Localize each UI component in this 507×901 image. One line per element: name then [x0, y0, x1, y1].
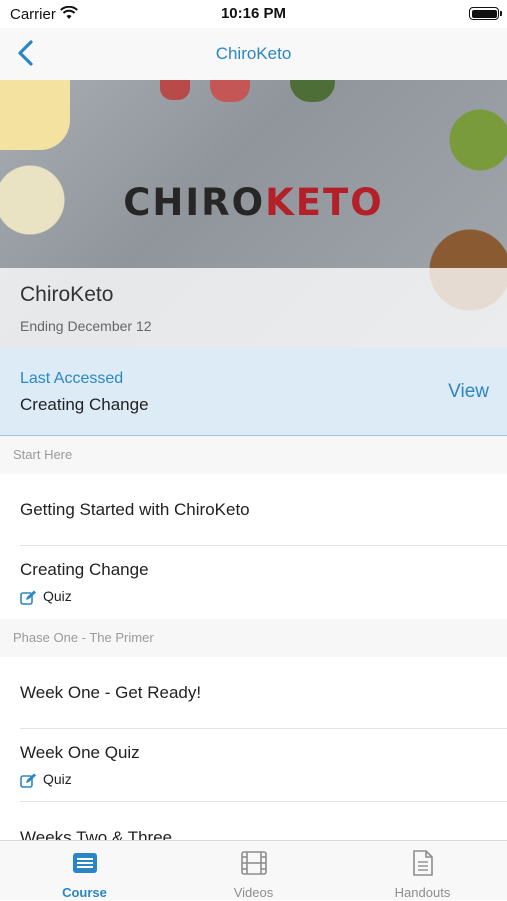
tab-label: Videos — [233, 885, 274, 900]
tab-course[interactable]: Course — [0, 841, 169, 901]
film-icon — [241, 851, 267, 875]
item-type-text: Quiz — [43, 771, 72, 787]
tab-bar: Course Videos Handouts — [0, 840, 507, 900]
banner-food-decoration — [290, 80, 335, 102]
list-item[interactable]: Getting Started with ChiroKeto — [0, 474, 507, 546]
list-item-title: Getting Started with ChiroKeto — [20, 500, 250, 519]
view-button[interactable]: View — [448, 381, 489, 403]
course-name: ChiroKeto — [20, 283, 114, 306]
last-accessed-label: Last Accessed — [20, 370, 124, 387]
section-header: Start Here — [0, 436, 507, 474]
list-item[interactable]: Creating Change Quiz — [0, 546, 507, 619]
banner-food-decoration — [160, 80, 190, 100]
section-header: Phase One - The Primer — [0, 619, 507, 657]
list-item[interactable]: Week One Quiz Quiz — [0, 729, 507, 802]
list-item-title: Week One - Get Ready! — [20, 683, 202, 702]
last-accessed-item: Creating Change — [20, 395, 149, 414]
banner-food-decoration — [0, 80, 70, 150]
course-banner: CHIROKETO ChiroKeto Ending December 12 — [0, 80, 507, 348]
list-icon — [73, 853, 97, 873]
list-item[interactable]: Week One - Get Ready! — [0, 657, 507, 729]
item-type-label: Quiz — [20, 588, 72, 605]
list-item-title: Creating Change — [20, 560, 149, 579]
tab-label: Course — [62, 885, 107, 900]
course-info-band — [0, 268, 507, 348]
section-header-label: Phase One - The Primer — [13, 630, 154, 645]
list-item-title: Week One Quiz — [20, 743, 140, 762]
tab-handouts[interactable]: Handouts — [338, 841, 507, 901]
edit-quiz-icon — [20, 773, 36, 788]
section-header-label: Start Here — [13, 447, 73, 462]
nav-title: ChiroKeto — [215, 44, 292, 63]
status-bar: Carrier 10:16 PM — [0, 0, 507, 28]
battery-icon — [469, 7, 502, 20]
last-accessed-banner[interactable]: Last Accessed Creating Change View — [0, 348, 507, 436]
item-type-label: Quiz — [20, 771, 72, 788]
list-item[interactable]: Weeks Two & Three — [0, 802, 507, 840]
chiroketo-logo: CHIROKETO — [123, 181, 384, 224]
tab-videos[interactable]: Videos — [169, 841, 338, 901]
course-content-list: Start Here Getting Started with ChiroKet… — [0, 436, 507, 840]
banner-food-decoration — [210, 80, 250, 102]
item-type-text: Quiz — [43, 588, 72, 604]
list-item-title: Weeks Two & Three — [20, 828, 173, 840]
edit-quiz-icon — [20, 590, 36, 605]
tab-label: Handouts — [394, 885, 451, 900]
navigation-bar: ChiroKeto — [0, 28, 507, 80]
document-icon — [413, 850, 433, 876]
course-end-date: Ending December 12 — [20, 318, 152, 334]
clock: 10:16 PM — [220, 5, 287, 22]
